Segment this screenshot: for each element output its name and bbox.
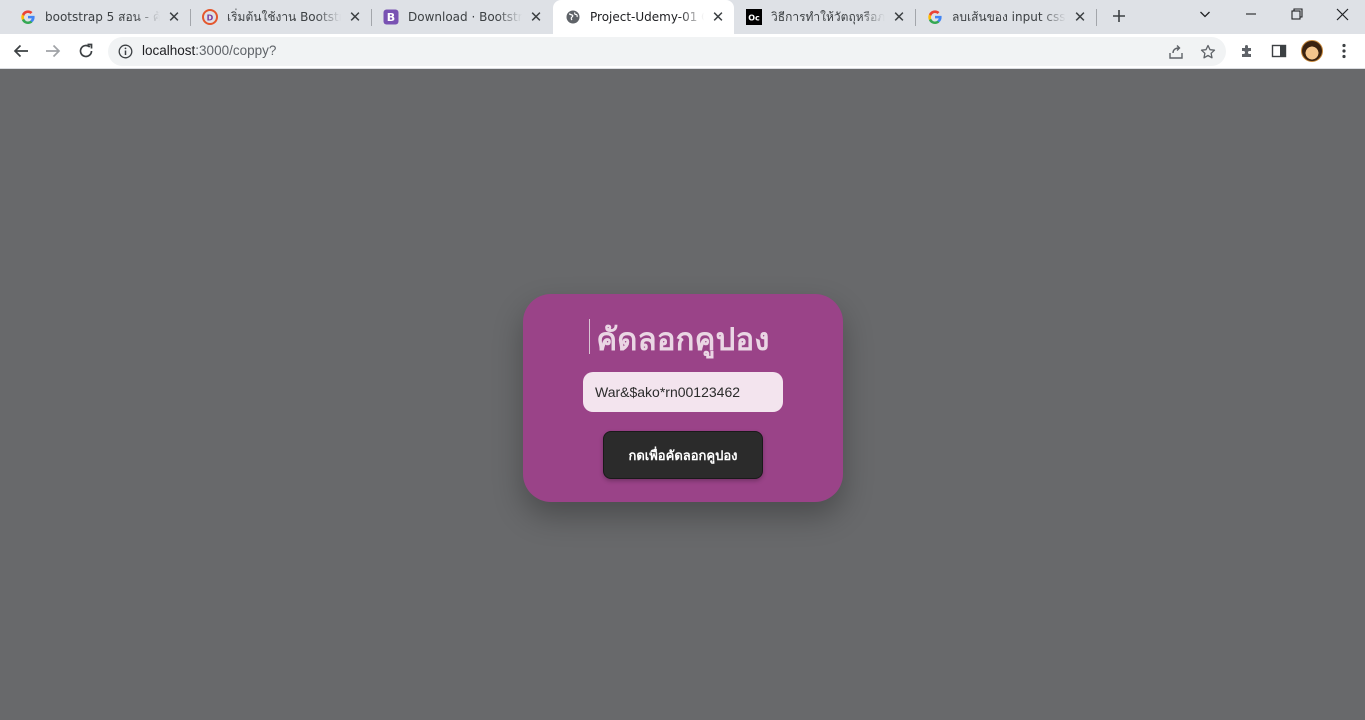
new-tab-button[interactable] xyxy=(1106,3,1132,29)
google-icon xyxy=(927,9,943,25)
close-icon[interactable]: ✕ xyxy=(528,9,544,25)
star-icon[interactable] xyxy=(1199,43,1217,61)
back-button[interactable] xyxy=(6,36,36,66)
plus-icon xyxy=(1113,10,1125,22)
devhub-icon: D xyxy=(202,9,218,25)
tab-title: Download · Bootstrap v5 xyxy=(408,10,522,24)
tab-5[interactable]: ลบเส้นของ input css - ค้นหาด้วย Google ✕ xyxy=(915,0,1096,34)
tab-0[interactable]: bootstrap 5 สอน - ค้นหาด้วย Google ✕ xyxy=(8,0,190,34)
tab-title: Project-Udemy-01 Copy xyxy=(590,10,704,24)
side-panel-icon[interactable] xyxy=(1269,41,1289,61)
svg-text:B: B xyxy=(387,11,395,24)
bootstrap-icon: B xyxy=(383,9,399,25)
kebab-menu-icon[interactable] xyxy=(1334,41,1354,61)
restore-button[interactable] xyxy=(1274,0,1320,28)
tab-1[interactable]: D เริ่มต้นใช้งาน Bootstrap 5 ✕ xyxy=(190,0,371,34)
tab-title: เริ่มต้นใช้งาน Bootstrap 5 xyxy=(227,9,341,24)
coupon-card: คัดลอกคูปอง กดเพื่อคัดลอกคูปอง xyxy=(523,294,843,502)
extensions-icon[interactable] xyxy=(1237,41,1257,61)
tab-title: bootstrap 5 สอน - ค้นหาด้วย Google xyxy=(45,9,160,24)
tab-3-active[interactable]: Project-Udemy-01 Copy ✕ xyxy=(553,0,734,34)
close-icon[interactable]: ✕ xyxy=(891,9,907,25)
url-text: localhost:3000/coppy? xyxy=(142,43,276,58)
tab-title: วิธีการทำให้วัตถุหรือภาพ xyxy=(771,9,885,24)
browser-toolbar: localhost:3000/coppy? xyxy=(0,34,1365,69)
url-host: localhost xyxy=(142,43,196,58)
oc-icon: Oc xyxy=(746,9,762,25)
tab-separator xyxy=(1096,9,1097,26)
svg-text:Oc: Oc xyxy=(748,14,760,23)
restore-icon xyxy=(1291,8,1303,20)
share-icon[interactable] xyxy=(1167,43,1185,61)
tab-title: ลบเส้นของ input css - ค้นหาด้วย Google xyxy=(952,9,1066,24)
close-icon[interactable]: ✕ xyxy=(1072,9,1088,25)
minimize-icon xyxy=(1246,13,1256,15)
copy-coupon-button[interactable]: กดเพื่อคัดลอกคูปอง xyxy=(603,431,763,479)
tab-search-button[interactable] xyxy=(1182,0,1228,28)
arrow-right-icon xyxy=(46,44,61,58)
profile-avatar[interactable] xyxy=(1301,40,1323,62)
chevron-down-icon xyxy=(1200,11,1210,18)
svg-text:D: D xyxy=(207,14,214,23)
arrow-left-icon xyxy=(13,44,28,58)
address-bar[interactable]: localhost:3000/coppy? xyxy=(108,37,1226,66)
globe-icon xyxy=(565,9,581,25)
close-icon[interactable]: ✕ xyxy=(166,9,182,25)
url-path: :3000/coppy? xyxy=(195,43,277,58)
close-icon[interactable]: ✕ xyxy=(347,9,363,25)
reload-icon xyxy=(79,43,93,58)
minimize-button[interactable] xyxy=(1228,0,1274,28)
page-viewport: คัดลอกคูปอง กดเพื่อคัดลอกคูปอง xyxy=(0,69,1365,720)
tab-strip: bootstrap 5 สอน - ค้นหาด้วย Google ✕ D เ… xyxy=(0,0,1365,34)
reload-button[interactable] xyxy=(71,36,101,66)
close-window-button[interactable] xyxy=(1319,0,1365,28)
forward-button[interactable] xyxy=(38,36,68,66)
tab-2[interactable]: B Download · Bootstrap v5 ✕ xyxy=(371,0,552,34)
tab-4[interactable]: Oc วิธีการทำให้วัตถุหรือภาพ ✕ xyxy=(734,0,915,34)
close-icon xyxy=(1336,8,1348,20)
close-icon[interactable]: ✕ xyxy=(710,9,726,25)
coupon-input[interactable] xyxy=(583,372,783,412)
google-icon xyxy=(20,9,36,25)
info-icon[interactable] xyxy=(118,44,133,59)
card-title: คัดลอกคูปอง xyxy=(596,322,770,358)
